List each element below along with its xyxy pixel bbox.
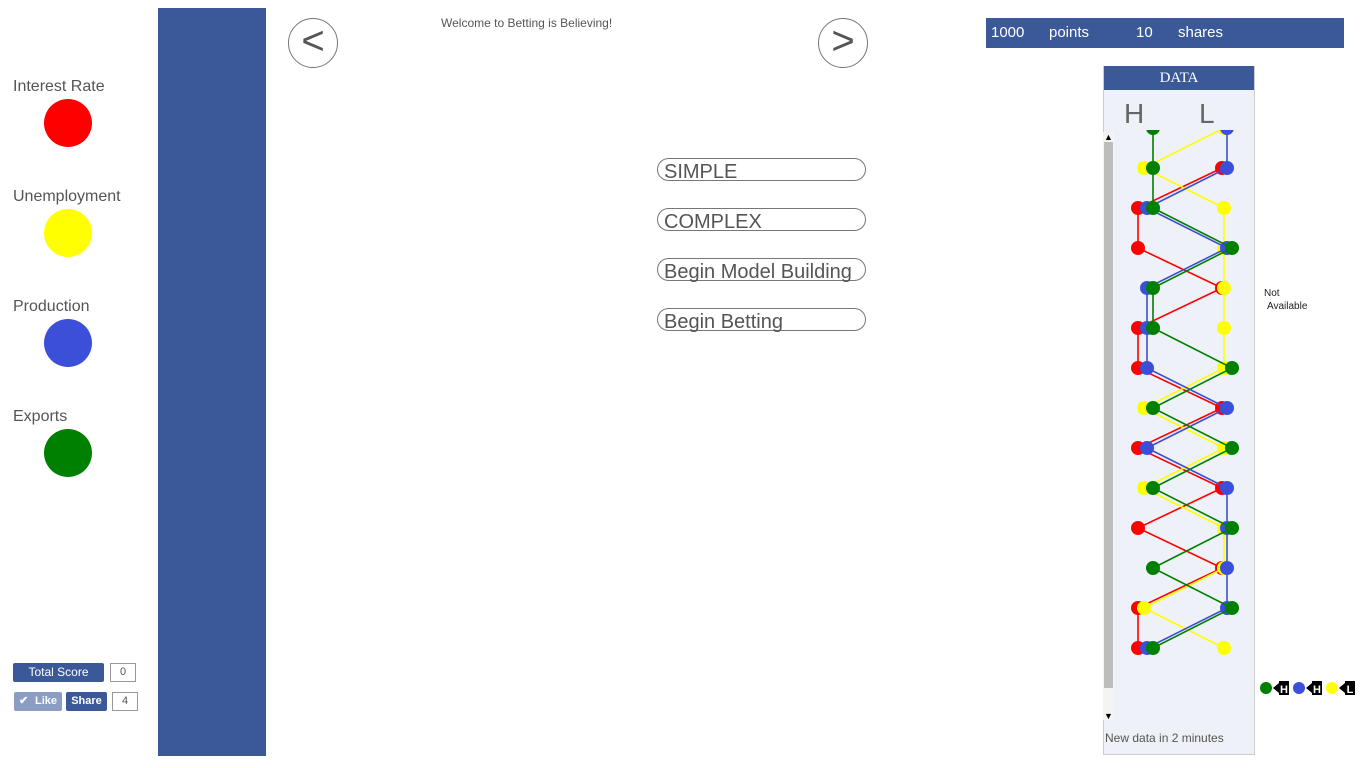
- prev-button[interactable]: <: [288, 18, 338, 68]
- mini-dot-0: [1260, 682, 1272, 694]
- scroll-down-arrow-icon[interactable]: ▼: [1103, 711, 1114, 721]
- series-point-2-9: [1220, 481, 1234, 495]
- series-point-3-6: [1225, 361, 1239, 375]
- series-point-0-9: [1131, 521, 1145, 535]
- series-point-2-6: [1140, 361, 1154, 375]
- mini-dot-2: [1326, 682, 1338, 694]
- total-score-count: 0: [110, 663, 136, 682]
- mini-arrow-icon-2: [1339, 683, 1345, 693]
- series-point-0-2: [1131, 241, 1145, 255]
- series-point-3-0: [1146, 130, 1160, 135]
- interest-rate-dot[interactable]: [44, 99, 92, 147]
- series-point-3-8: [1225, 441, 1239, 455]
- series-point-3-12: [1225, 601, 1239, 615]
- series-point-2-8: [1140, 441, 1154, 455]
- points-label: points: [1049, 24, 1090, 41]
- high-column-label: H: [1124, 98, 1145, 129]
- data-chart: [1131, 130, 1239, 655]
- simple-button[interactable]: SIMPLE: [657, 158, 866, 183]
- series-point-1-4: [1217, 281, 1231, 295]
- series-point-2-11: [1220, 561, 1234, 575]
- like-label: Like: [35, 695, 58, 707]
- data-scrollbar-thumb[interactable]: [1104, 142, 1113, 688]
- new-data-timer: New data in 2 minutes: [1105, 731, 1224, 745]
- series-point-3-10: [1225, 521, 1239, 535]
- complex-button[interactable]: COMPLEX: [657, 208, 866, 233]
- series-point-3-9: [1146, 481, 1160, 495]
- shares-label: shares: [1178, 24, 1224, 41]
- series-point-1-2: [1217, 201, 1231, 215]
- legend-label-exports: Exports: [13, 408, 68, 425]
- not-available-line2: Available: [1267, 301, 1308, 312]
- share-button[interactable]: Share: [66, 692, 107, 711]
- next-button[interactable]: >: [818, 18, 868, 68]
- mini-arrow-icon-1: [1306, 683, 1312, 693]
- check-icon: ✔: [19, 695, 29, 707]
- series-point-3-1: [1146, 161, 1160, 175]
- shares-value: 10: [1136, 24, 1153, 41]
- mini-letter-1: H: [1313, 684, 1321, 696]
- series-point-1-13: [1217, 641, 1231, 655]
- series-point-3-7: [1146, 401, 1160, 415]
- series-point-3-4: [1146, 281, 1160, 295]
- series-point-1-5: [1217, 321, 1231, 335]
- unemployment-dot[interactable]: [44, 209, 92, 257]
- series-point-3-3: [1225, 241, 1239, 255]
- not-available-line1: Not: [1264, 288, 1280, 299]
- series-point-3-13: [1146, 641, 1160, 655]
- series-point-3-5: [1146, 321, 1160, 335]
- exports-dot[interactable]: [44, 429, 92, 477]
- mini-dot-1: [1293, 682, 1305, 694]
- legend-label-unemployment: Unemployment: [13, 188, 121, 205]
- points-value: 1000: [991, 24, 1025, 41]
- legend-label-production: Production: [13, 298, 90, 315]
- scroll-up-arrow-icon[interactable]: ▲: [1103, 132, 1114, 142]
- series-point-2-7: [1220, 401, 1234, 415]
- like-button[interactable]: ✔ Like: [14, 692, 62, 711]
- mini-letter-0: H: [1280, 684, 1288, 696]
- points-shares-bar: 1000 points 10 shares: [986, 18, 1344, 48]
- series-point-2-1: [1220, 161, 1234, 175]
- total-score-button[interactable]: Total Score: [13, 663, 104, 682]
- sidebar-band: [158, 8, 266, 756]
- welcome-text: Welcome to Betting is Believing!: [441, 16, 613, 30]
- begin-betting-button[interactable]: Begin Betting: [657, 308, 866, 333]
- series-point-3-2: [1146, 201, 1160, 215]
- series-point-3-11: [1146, 561, 1160, 575]
- begin-model-building-button[interactable]: Begin Model Building: [657, 258, 866, 283]
- data-panel-title: DATA: [1104, 66, 1254, 90]
- legend-label-interest-rate: Interest Rate: [13, 78, 105, 95]
- series-point-1-12: [1137, 601, 1151, 615]
- mini-indicators: HHL: [1260, 681, 1355, 696]
- mini-arrow-icon-0: [1273, 683, 1279, 693]
- low-column-label: L: [1199, 98, 1215, 129]
- share-count: 4: [112, 692, 138, 711]
- mini-letter-2: L: [1347, 684, 1354, 696]
- production-dot[interactable]: [44, 319, 92, 367]
